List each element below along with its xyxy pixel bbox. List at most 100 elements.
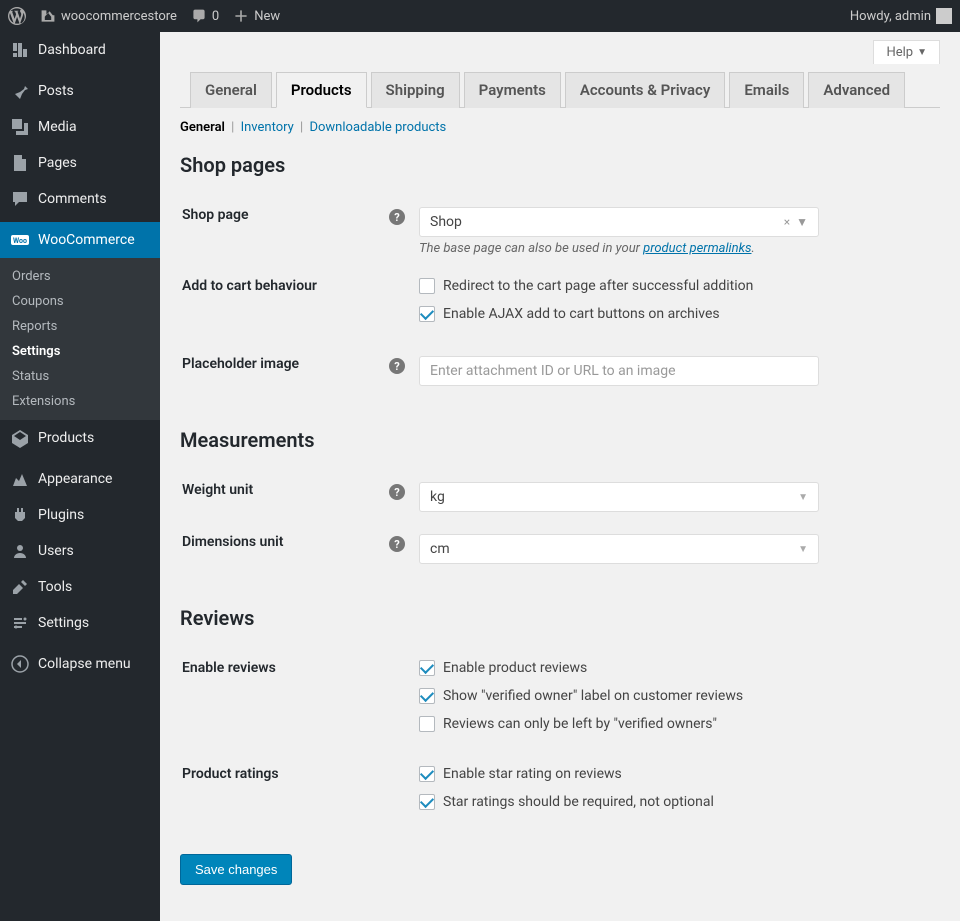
subnav-inventory[interactable]: Inventory [241, 120, 294, 135]
settings-tabs: General Products Shipping Payments Accou… [180, 72, 940, 108]
placeholder-image-input[interactable]: Enter attachment ID or URL to an image [419, 356, 819, 386]
shop-page-select[interactable]: Shop ×▼ [419, 207, 819, 237]
submenu-coupons[interactable]: Coupons [0, 289, 160, 314]
menu-products[interactable]: Products [0, 420, 160, 456]
admin-bar: woocommercestore 0 New Howdy, admin [0, 0, 960, 32]
checkbox[interactable] [419, 688, 435, 704]
section-shop-pages: Shop pages [180, 153, 940, 177]
help-icon[interactable]: ? [389, 484, 405, 500]
collapse-icon [10, 654, 30, 674]
dimensions-unit-select[interactable]: cm▼ [419, 534, 819, 564]
help-icon[interactable]: ? [389, 536, 405, 552]
enable-reviews-label: Enable reviews [182, 660, 276, 676]
tab-shipping[interactable]: Shipping [371, 72, 460, 108]
site-name: woocommercestore [61, 9, 177, 24]
checkbox[interactable] [419, 794, 435, 810]
checkbox-redirect[interactable] [419, 278, 435, 294]
media-icon [10, 117, 30, 137]
submenu-reports[interactable]: Reports [0, 314, 160, 339]
menu-woocommerce[interactable]: WooWooCommerce [0, 222, 160, 258]
shop-page-label: Shop page [182, 207, 249, 223]
chevron-down-icon: ▼ [917, 47, 927, 58]
verified-owner-label-option[interactable]: Show "verified owner" label on customer … [419, 688, 938, 704]
help-tab[interactable]: Help▼ [873, 40, 940, 64]
tab-products[interactable]: Products [276, 72, 367, 108]
howdy-text: Howdy, admin [850, 9, 931, 24]
products-icon [10, 428, 30, 448]
redirect-cart-option[interactable]: Redirect to the cart page after successf… [419, 278, 938, 294]
star-rating-option[interactable]: Enable star rating on reviews [419, 766, 938, 782]
appearance-icon [10, 469, 30, 489]
chevron-down-icon[interactable]: ▼ [796, 215, 808, 229]
dimensions-unit-label: Dimensions unit [182, 534, 284, 550]
submenu-orders[interactable]: Orders [0, 264, 160, 289]
chevron-down-icon: ▼ [798, 492, 808, 503]
dashboard-icon [10, 40, 30, 60]
submenu-settings[interactable]: Settings [0, 339, 160, 364]
menu-pages[interactable]: Pages [0, 145, 160, 181]
product-ratings-label: Product ratings [182, 766, 279, 782]
checkbox[interactable] [419, 766, 435, 782]
users-icon [10, 541, 30, 561]
menu-dashboard[interactable]: Dashboard [0, 32, 160, 68]
menu-users[interactable]: Users [0, 533, 160, 569]
tab-emails[interactable]: Emails [729, 72, 804, 108]
add-to-cart-label: Add to cart behaviour [182, 278, 317, 294]
woocommerce-submenu: Orders Coupons Reports Settings Status E… [0, 258, 160, 420]
pin-icon [10, 81, 30, 101]
star-required-option[interactable]: Star ratings should be required, not opt… [419, 794, 938, 810]
tools-icon [10, 577, 30, 597]
help-icon[interactable]: ? [389, 358, 405, 374]
tab-payments[interactable]: Payments [464, 72, 561, 108]
help-icon[interactable]: ? [389, 209, 405, 225]
menu-appearance[interactable]: Appearance [0, 461, 160, 497]
new-label: New [254, 9, 280, 24]
menu-posts[interactable]: Posts [0, 73, 160, 109]
svg-text:Woo: Woo [13, 237, 27, 245]
subnav-downloadable[interactable]: Downloadable products [309, 120, 446, 135]
checkbox[interactable] [419, 660, 435, 676]
site-link[interactable]: woocommercestore [40, 8, 177, 24]
tab-general[interactable]: General [190, 72, 272, 108]
plugins-icon [10, 505, 30, 525]
howdy-link[interactable]: Howdy, admin [850, 8, 952, 24]
placeholder-image-label: Placeholder image [182, 356, 299, 372]
comments-count: 0 [212, 9, 219, 24]
weight-unit-label: Weight unit [182, 482, 253, 498]
permalinks-link[interactable]: product permalinks [643, 241, 751, 256]
menu-tools[interactable]: Tools [0, 569, 160, 605]
menu-settings[interactable]: Settings [0, 605, 160, 641]
comments-icon [10, 189, 30, 209]
submenu-extensions[interactable]: Extensions [0, 389, 160, 414]
subnav-general[interactable]: General [180, 120, 225, 135]
checkbox[interactable] [419, 716, 435, 732]
clear-icon[interactable]: × [784, 215, 790, 229]
save-changes-button[interactable]: Save changes [180, 854, 292, 885]
menu-plugins[interactable]: Plugins [0, 497, 160, 533]
section-measurements: Measurements [180, 428, 940, 452]
weight-unit-select[interactable]: kg▼ [419, 482, 819, 512]
admin-sidebar: Dashboard Posts Media Pages Comments Woo… [0, 32, 160, 921]
menu-comments[interactable]: Comments [0, 181, 160, 217]
avatar-icon [936, 8, 952, 24]
woocommerce-icon: Woo [10, 230, 30, 250]
settings-icon [10, 613, 30, 633]
tab-accounts[interactable]: Accounts & Privacy [565, 72, 726, 108]
section-reviews: Reviews [180, 606, 940, 630]
ajax-cart-option[interactable]: Enable AJAX add to cart buttons on archi… [419, 306, 938, 322]
menu-media[interactable]: Media [0, 109, 160, 145]
comments-link[interactable]: 0 [191, 8, 219, 24]
chevron-down-icon: ▼ [798, 544, 808, 555]
shop-page-description: The base page can also be used in your p… [419, 241, 938, 256]
new-link[interactable]: New [233, 8, 280, 24]
products-subnav: General | Inventory | Downloadable produ… [180, 120, 940, 135]
verified-only-option[interactable]: Reviews can only be left by "verified ow… [419, 716, 938, 732]
checkbox-ajax[interactable] [419, 306, 435, 322]
tab-advanced[interactable]: Advanced [808, 72, 905, 108]
wp-logo-icon[interactable] [8, 7, 26, 25]
submenu-status[interactable]: Status [0, 364, 160, 389]
pages-icon [10, 153, 30, 173]
content-area: Help▼ General Products Shipping Payments… [160, 32, 960, 921]
menu-collapse[interactable]: Collapse menu [0, 646, 160, 682]
enable-product-reviews-option[interactable]: Enable product reviews [419, 660, 938, 676]
